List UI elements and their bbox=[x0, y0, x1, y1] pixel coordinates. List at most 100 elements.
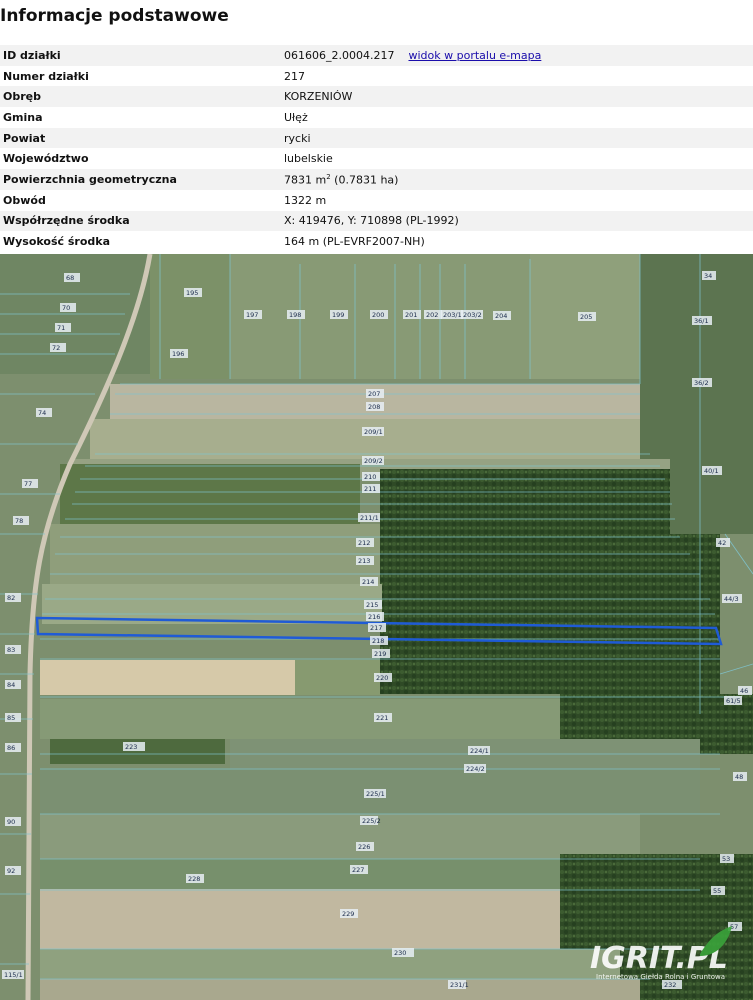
field-value: 7831 m2 (0.7831 ha) bbox=[281, 169, 753, 190]
parcel-label: 82 bbox=[5, 593, 21, 602]
svg-text:214: 214 bbox=[362, 578, 374, 586]
svg-text:224/1: 224/1 bbox=[470, 747, 489, 755]
area-value: 7831 m bbox=[284, 173, 327, 187]
parcel-label: 71 bbox=[55, 323, 71, 332]
svg-text:203/1: 203/1 bbox=[443, 311, 462, 319]
parcel-label: 200 bbox=[370, 310, 388, 319]
field-label: Numer działki bbox=[3, 69, 89, 83]
parcel-label: 203/1 bbox=[441, 310, 463, 319]
field-value: 217 bbox=[284, 69, 305, 83]
svg-text:216: 216 bbox=[368, 613, 380, 621]
parcel-label: 201 bbox=[403, 310, 421, 319]
portal-link[interactable]: widok w portalu e-mapa bbox=[408, 49, 541, 62]
parcel-label: 209/1 bbox=[362, 427, 384, 436]
parcel-label: 36/1 bbox=[692, 316, 712, 325]
svg-text:218: 218 bbox=[372, 637, 384, 645]
parcel-label: 208 bbox=[366, 402, 384, 411]
field-strip bbox=[40, 699, 560, 739]
svg-text:208: 208 bbox=[368, 403, 380, 411]
svg-text:203/2: 203/2 bbox=[463, 311, 482, 319]
parcel-label: 83 bbox=[5, 645, 21, 654]
parcel-label: 92 bbox=[5, 866, 21, 875]
field-label: Wysokość środka bbox=[3, 235, 111, 249]
table-row: Województwo lubelskie bbox=[0, 148, 753, 169]
field-strip bbox=[40, 814, 640, 859]
svg-text:42: 42 bbox=[718, 539, 726, 547]
parcel-label: 72 bbox=[50, 343, 66, 352]
parcel-label: 213 bbox=[356, 556, 374, 565]
svg-text:92: 92 bbox=[7, 867, 15, 875]
parcel-label: 74 bbox=[36, 408, 52, 417]
svg-text:213: 213 bbox=[358, 557, 370, 565]
svg-text:204: 204 bbox=[495, 312, 507, 320]
svg-text:82: 82 bbox=[7, 594, 15, 602]
field-strip bbox=[40, 660, 295, 695]
page-title: Informacje podstawowe bbox=[0, 6, 229, 26]
field-strip bbox=[40, 979, 640, 1000]
svg-text:212: 212 bbox=[358, 539, 370, 547]
parcel-id: 061606_2.0004.217 bbox=[284, 48, 395, 62]
parcel-label: 224/1 bbox=[468, 746, 490, 755]
svg-text:40/1: 40/1 bbox=[704, 467, 719, 475]
svg-text:211/1: 211/1 bbox=[360, 514, 379, 522]
table-row: Wysokość środka 164 m (PL-EVRF2007-NH) bbox=[0, 231, 753, 252]
parcel-label: 36/2 bbox=[692, 378, 712, 387]
parcel-map[interactable]: 68 70 71 72 74 77 78 82 83 84 85 86 90 9… bbox=[0, 254, 753, 1000]
parcel-label: 224/2 bbox=[464, 764, 486, 773]
svg-text:Internetowa Giełda Rolna i Gru: Internetowa Giełda Rolna i Gruntowa bbox=[596, 973, 725, 981]
field-value: 061606_2.0004.217 widok w portalu e-mapa bbox=[281, 45, 753, 66]
field-strip bbox=[40, 889, 560, 949]
table-row: Numer działki 217 bbox=[0, 66, 753, 87]
forest-strip bbox=[60, 464, 360, 524]
svg-text:207: 207 bbox=[368, 390, 380, 398]
parcel-label: 204 bbox=[493, 311, 511, 320]
parcel-label: 232 bbox=[662, 980, 682, 989]
svg-text:226: 226 bbox=[358, 843, 370, 851]
field-value: 1322 m bbox=[284, 193, 327, 207]
table-row: Powierzchnia geometryczna 7831 m2 (0.783… bbox=[0, 169, 753, 190]
field-label: ID działki bbox=[0, 45, 281, 66]
svg-text:215: 215 bbox=[366, 601, 378, 609]
svg-text:201: 201 bbox=[405, 311, 417, 319]
parcel-label: 198 bbox=[287, 310, 305, 319]
svg-text:72: 72 bbox=[52, 344, 60, 352]
parcel-label: 34 bbox=[702, 271, 716, 280]
parcel-label: 48 bbox=[733, 772, 747, 781]
field-value: X: 419476, Y: 710898 (PL-1992) bbox=[281, 210, 753, 232]
svg-text:46: 46 bbox=[740, 687, 748, 695]
parcel-label: 223 bbox=[123, 742, 145, 751]
svg-text:77: 77 bbox=[24, 480, 32, 488]
field-value: 164 m (PL-EVRF2007-NH) bbox=[284, 235, 425, 249]
svg-text:223: 223 bbox=[125, 743, 137, 751]
field-label: Gmina bbox=[3, 110, 43, 124]
parcel-label: 44/3 bbox=[722, 594, 742, 603]
svg-text:78: 78 bbox=[15, 517, 23, 525]
svg-text:44/3: 44/3 bbox=[724, 595, 739, 603]
svg-text:70: 70 bbox=[62, 304, 70, 312]
svg-text:210: 210 bbox=[364, 473, 376, 481]
parcel-label: 219 bbox=[372, 649, 390, 658]
svg-text:224/2: 224/2 bbox=[466, 765, 485, 773]
svg-text:68: 68 bbox=[66, 274, 74, 282]
svg-text:83: 83 bbox=[7, 646, 15, 654]
parcel-label: 211/1 bbox=[358, 513, 380, 522]
parcel-label: 212 bbox=[356, 538, 374, 547]
svg-text:230: 230 bbox=[394, 949, 406, 957]
parcel-label: 207 bbox=[366, 389, 384, 398]
parcel-label: 217 bbox=[368, 623, 386, 632]
svg-text:209/2: 209/2 bbox=[364, 457, 383, 465]
svg-text:86: 86 bbox=[7, 744, 15, 752]
parcel-label: 225/1 bbox=[364, 789, 386, 798]
parcel-label: 205 bbox=[578, 312, 596, 321]
svg-text:198: 198 bbox=[289, 311, 301, 319]
table-row: ID działki 061606_2.0004.217 widok w port… bbox=[0, 45, 753, 66]
parcel-label: 195 bbox=[184, 288, 202, 297]
table-row: Obręb KORZENIÓW bbox=[0, 86, 753, 108]
field-strip bbox=[90, 419, 640, 459]
svg-text:196: 196 bbox=[172, 350, 184, 358]
svg-text:200: 200 bbox=[372, 311, 384, 319]
field-label: Powiat bbox=[0, 127, 281, 149]
svg-text:195: 195 bbox=[186, 289, 198, 297]
parcel-label: 53 bbox=[720, 854, 734, 863]
parcel-label: 61/5 bbox=[724, 696, 742, 705]
